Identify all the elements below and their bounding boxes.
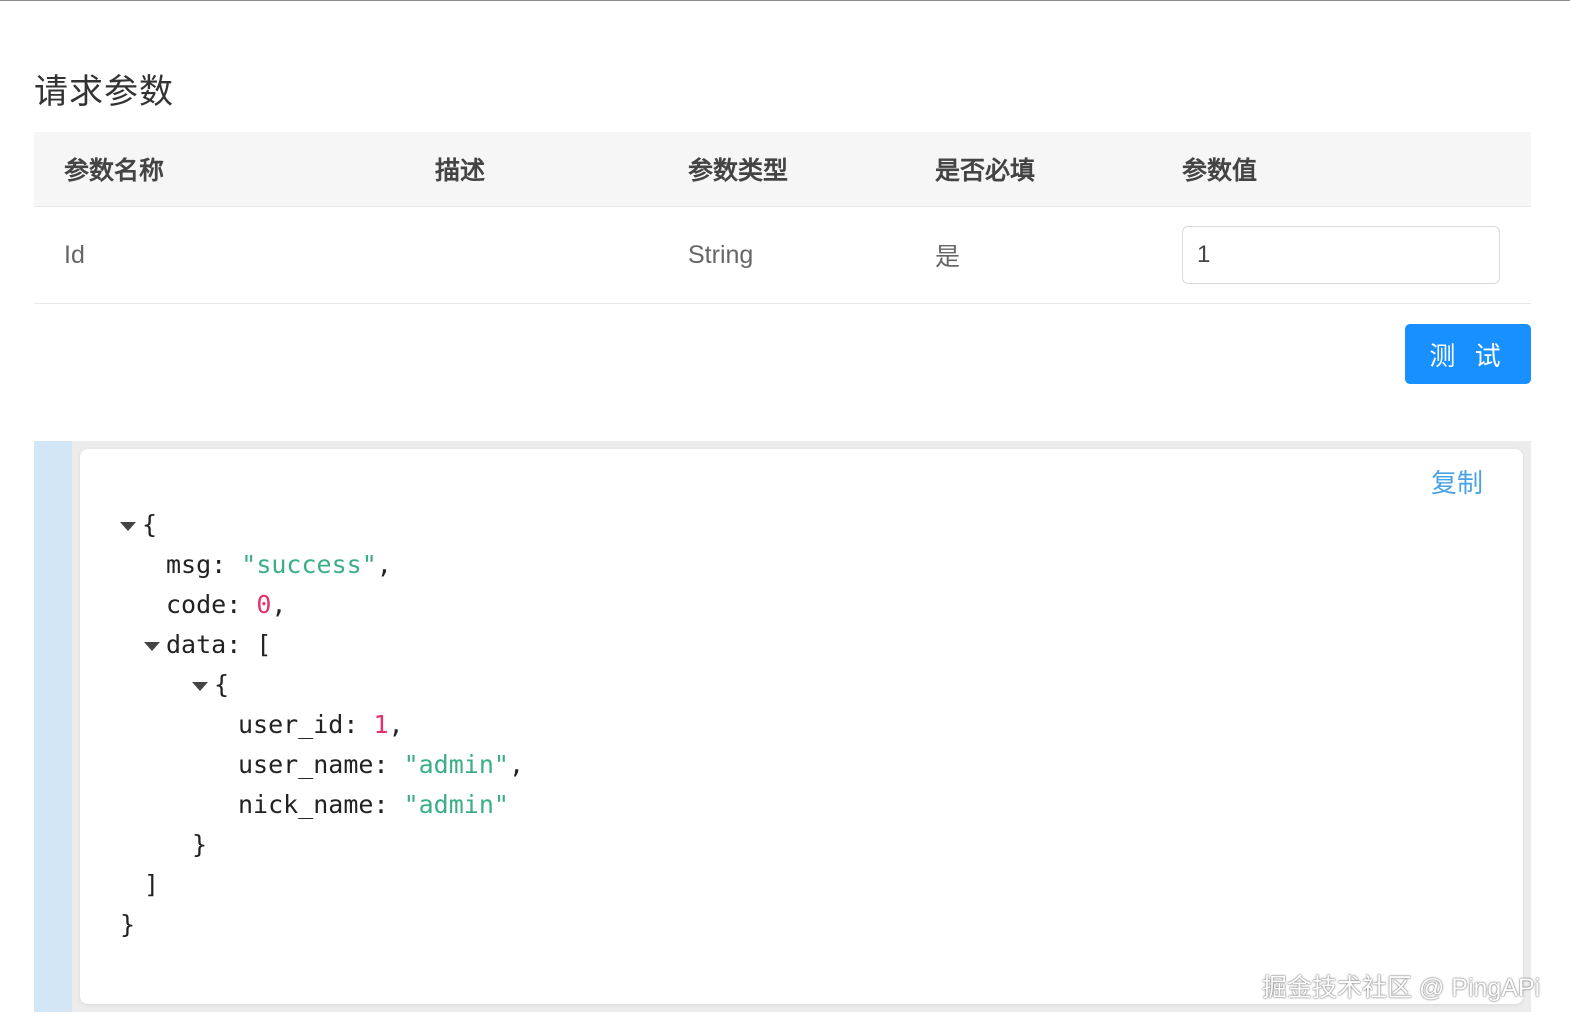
json-line-item-close: } xyxy=(120,825,524,865)
cell-param-name: Id xyxy=(64,240,85,269)
test-button[interactable]: 测 试 xyxy=(1405,324,1531,384)
section-title: 请求参数 xyxy=(34,73,174,111)
json-line-nick-name: nick_name: "admin" xyxy=(120,785,524,825)
cell-param-value xyxy=(1152,207,1531,303)
json-brace: } xyxy=(120,910,136,939)
response-panel: 复制 { msg: "success", code: 0, data: [ { … xyxy=(34,441,1531,1012)
json-line-code: code: 0, xyxy=(166,590,287,619)
watermark: 掘金技术社区 @ PingAPi xyxy=(1262,974,1541,1002)
json-viewer: 复制 { msg: "success", code: 0, data: [ { … xyxy=(80,449,1523,1004)
json-key: code: xyxy=(166,590,242,619)
collapse-toggle-icon[interactable] xyxy=(192,681,208,691)
json-line-user-name: user_name: "admin", xyxy=(238,750,524,779)
param-value-input[interactable] xyxy=(1182,226,1500,284)
header-param-type: 参数类型 xyxy=(688,157,789,185)
json-tree: { msg: "success", code: 0, data: [ { use… xyxy=(120,505,524,945)
json-line-item-open: { xyxy=(120,665,524,705)
cell-param-type: String xyxy=(688,240,754,269)
json-root-close-line: } xyxy=(120,905,524,945)
collapse-toggle-icon[interactable] xyxy=(144,641,160,651)
json-bracket: ] xyxy=(144,870,160,899)
json-key: user_name: xyxy=(238,750,389,779)
json-string-value: "success" xyxy=(241,550,377,579)
table-row: Id String 是 xyxy=(34,207,1531,304)
json-line-msg: msg: "success", xyxy=(166,550,392,579)
json-brace: { xyxy=(142,510,158,539)
top-divider xyxy=(0,0,1570,1)
json-root-open-line: { xyxy=(120,505,524,545)
header-param-value: 参数值 xyxy=(1182,157,1258,185)
cell-description xyxy=(405,207,658,303)
params-table: 参数名称 描述 参数类型 是否必填 参数值 Id String 是 xyxy=(34,132,1531,304)
json-key: nick_name: xyxy=(238,790,389,819)
json-key: msg: xyxy=(166,550,227,579)
header-param-name: 参数名称 xyxy=(64,157,165,185)
json-key: data: xyxy=(166,630,242,659)
json-line-data: data: [ xyxy=(120,625,524,665)
header-required: 是否必填 xyxy=(935,157,1036,185)
json-bracket: [ xyxy=(256,630,272,659)
json-number-value: 0 xyxy=(256,590,272,619)
cell-required: 是 xyxy=(935,243,961,271)
table-header: 参数名称 描述 参数类型 是否必填 参数值 xyxy=(34,132,1531,207)
json-string-value: "admin" xyxy=(403,790,509,819)
header-description: 描述 xyxy=(435,157,486,185)
collapse-toggle-icon[interactable] xyxy=(120,521,136,531)
json-line-user-id: user_id: 1, xyxy=(238,710,404,739)
json-brace: } xyxy=(192,830,208,859)
copy-link[interactable]: 复制 xyxy=(1431,463,1483,500)
json-number-value: 1 xyxy=(373,710,389,739)
response-accent-bar xyxy=(34,441,72,1012)
json-brace: { xyxy=(214,670,230,699)
json-line-data-close: ] xyxy=(120,865,524,905)
json-string-value: "admin" xyxy=(403,750,509,779)
json-key: user_id: xyxy=(238,710,359,739)
